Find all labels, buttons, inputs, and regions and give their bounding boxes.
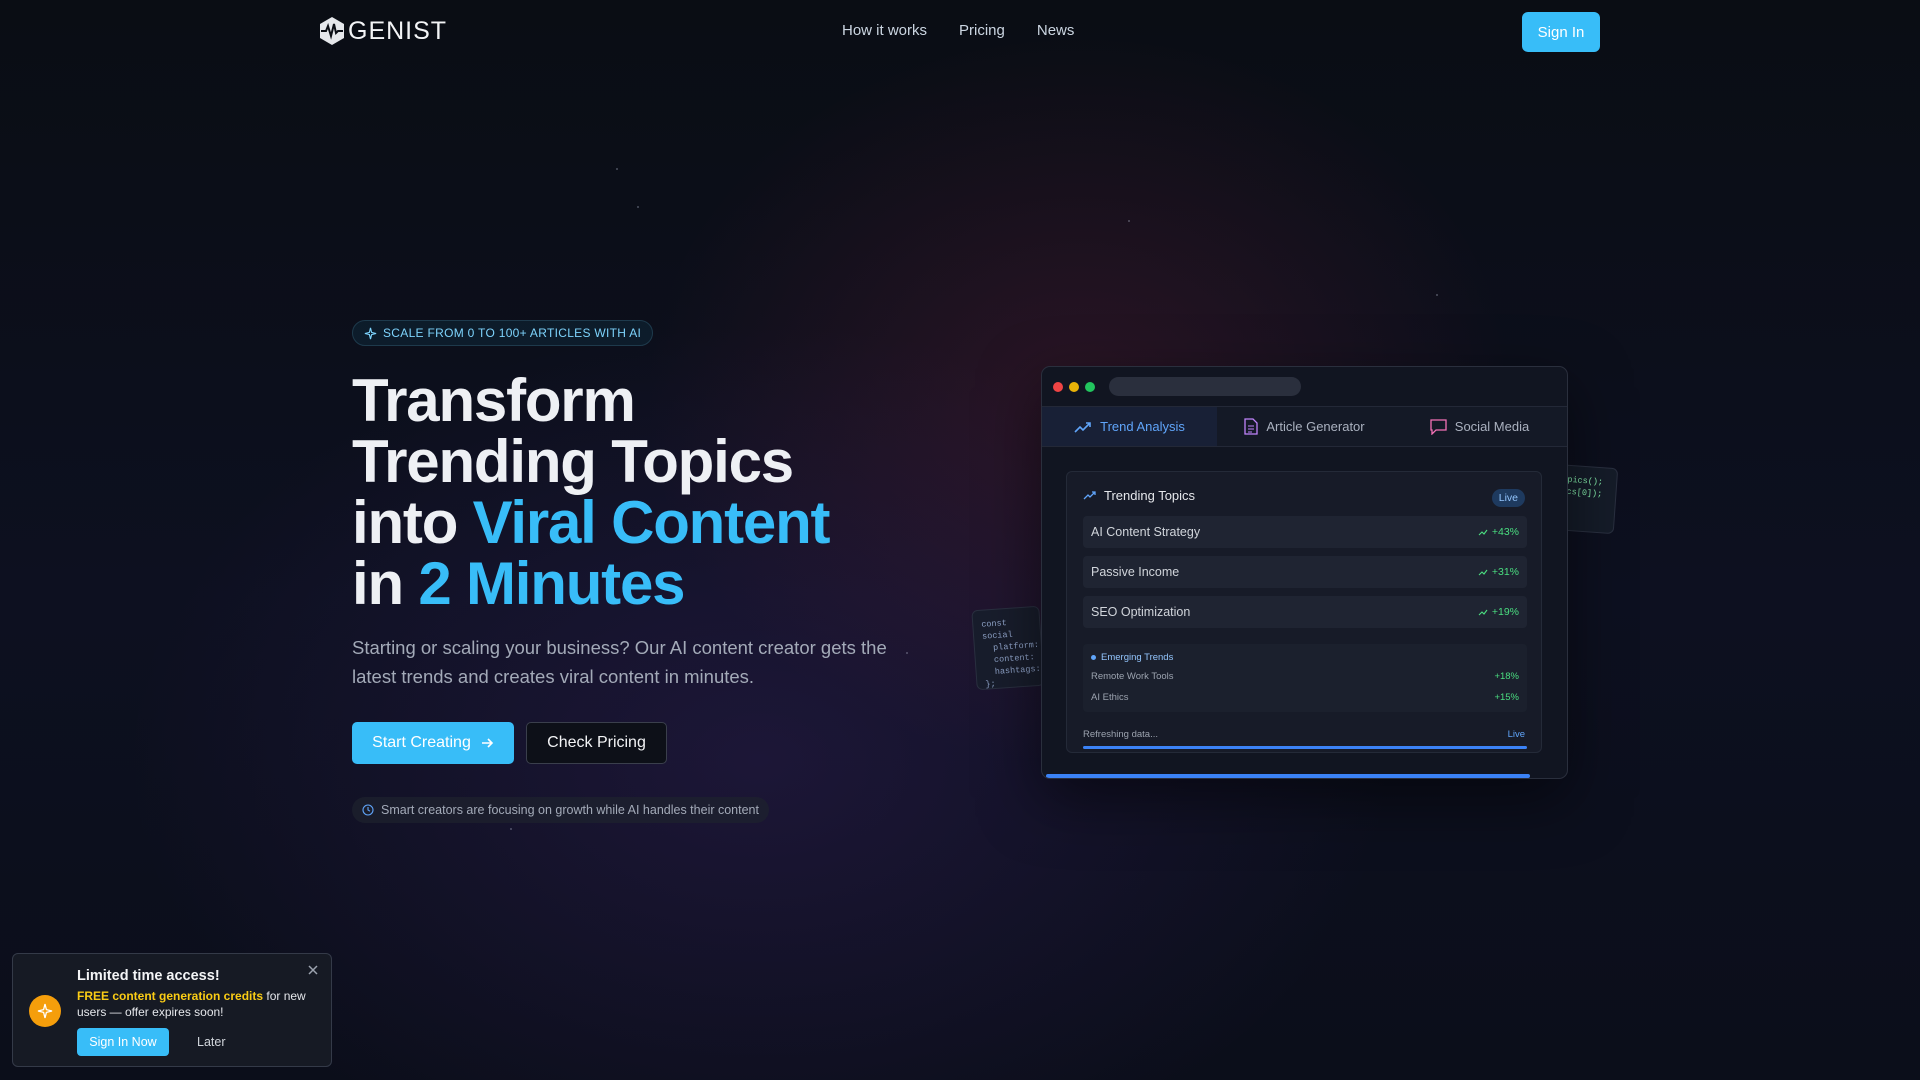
code-snippet-left: const social platform: content: hashtags… xyxy=(971,605,1045,691)
dashboard-tabs: Trend Analysis Article Generator Social … xyxy=(1042,407,1567,447)
tab-trend-analysis[interactable]: Trend Analysis xyxy=(1042,407,1217,446)
topic-row[interactable]: SEO Optimization +19% xyxy=(1083,596,1527,628)
nav-link-pricing[interactable]: Pricing xyxy=(959,22,1005,39)
emerging-trends-header: Emerging Trends xyxy=(1091,652,1173,663)
toast-sign-in-button[interactable]: Sign In Now xyxy=(77,1028,169,1056)
brand-logo[interactable]: GENIST xyxy=(318,16,447,46)
nav-link-news[interactable]: News xyxy=(1037,22,1075,39)
topic-change-value: +31% xyxy=(1491,566,1519,578)
emerging-name: AI Ethics xyxy=(1091,692,1129,703)
info-note: Smart creators are focusing on growth wh… xyxy=(352,797,769,823)
window-titlebar xyxy=(1042,367,1567,407)
code-line: ics[0]); xyxy=(1561,486,1603,500)
hero-title-accent-minutes: 2 Minutes xyxy=(418,550,685,617)
hero-title-line4-prefix: in xyxy=(352,550,419,617)
star-dot xyxy=(616,168,618,170)
tab-social-media-label: Social Media xyxy=(1454,419,1530,434)
document-icon xyxy=(1244,418,1259,435)
emerging-name: Remote Work Tools xyxy=(1091,671,1174,682)
window-maximize-dot xyxy=(1085,382,1095,392)
url-bar xyxy=(1109,377,1301,396)
hero-subtitle: Starting or scaling your business? Our A… xyxy=(352,637,887,687)
emerging-row: Remote Work Tools +18% xyxy=(1091,671,1519,682)
hero-title-line2: Trending Topics xyxy=(352,428,794,495)
trending-topics-panel: Trending Topics Live AI Content Strategy… xyxy=(1066,471,1542,753)
refresh-progress-bar xyxy=(1083,746,1527,749)
live-badge: Live xyxy=(1491,489,1525,507)
start-creating-button[interactable]: Start Creating xyxy=(352,722,514,764)
trending-up-icon xyxy=(1478,529,1488,535)
hero-badge: SCALE FROM 0 TO 100+ ARTICLES WITH AI xyxy=(352,320,654,346)
hero-title: Transform Trending Topics into Viral Con… xyxy=(352,367,831,617)
topic-change-value: +19% xyxy=(1491,606,1519,618)
tab-article-generator-label: Article Generator xyxy=(1266,419,1365,434)
hero-title-accent-viral: Viral Content xyxy=(472,489,831,556)
topic-change-value: +43% xyxy=(1491,526,1519,538)
toast-later-button[interactable]: Later xyxy=(197,1035,226,1049)
topic-change: +19% xyxy=(1478,606,1519,618)
start-creating-label: Start Creating xyxy=(372,734,471,751)
trending-up-icon xyxy=(1478,609,1488,615)
toast-highlight: FREE content generation credits xyxy=(77,989,264,1003)
code-line: const social xyxy=(980,618,1014,642)
topic-name: Passive Income xyxy=(1091,565,1180,579)
dashboard-progress-bar xyxy=(1046,774,1530,778)
sparkle-icon xyxy=(364,327,377,339)
sparkle-icon xyxy=(29,995,61,1027)
emerging-dot-icon xyxy=(1091,655,1096,660)
emerging-row: AI Ethics +15% xyxy=(1091,692,1519,703)
tab-social-media[interactable]: Social Media xyxy=(1392,407,1567,446)
arrow-right-icon xyxy=(481,738,493,748)
clock-icon xyxy=(362,804,374,816)
trending-up-icon xyxy=(1478,569,1488,575)
window-minimize-dot xyxy=(1069,382,1079,392)
topic-row[interactable]: AI Content Strategy +43% xyxy=(1083,516,1527,548)
window-close-dot xyxy=(1053,382,1063,392)
toast-body: FREE content generation credits for new … xyxy=(77,988,317,1020)
emerging-change: +15% xyxy=(1494,692,1519,703)
close-icon[interactable] xyxy=(306,963,320,977)
panel-title: Trending Topics xyxy=(1104,488,1196,503)
toast-title: Limited time access! xyxy=(77,968,220,984)
top-nav: GENIST How it works Pricing News Sign In xyxy=(0,0,1920,64)
emerging-change: +18% xyxy=(1494,671,1519,682)
trending-up-icon xyxy=(1074,421,1091,433)
dashboard-preview: Trend Analysis Article Generator Social … xyxy=(1041,366,1568,779)
star-dot xyxy=(1128,220,1130,222)
sign-in-button[interactable]: Sign In xyxy=(1522,12,1600,52)
promo-toast: Limited time access! FREE content genera… xyxy=(12,953,332,1067)
star-dot xyxy=(510,828,512,830)
logo-hexagon-icon xyxy=(320,17,344,45)
trending-up-icon xyxy=(1083,491,1096,500)
nav-link-how-it-works[interactable]: How it works xyxy=(842,22,927,39)
topic-name: SEO Optimization xyxy=(1091,605,1191,619)
star-dot xyxy=(637,206,639,208)
hero-title-line1: Transform xyxy=(352,367,636,434)
info-note-text: Smart creators are focusing on growth wh… xyxy=(381,803,759,817)
refresh-live-label: Live xyxy=(1507,729,1525,740)
topic-row[interactable]: Passive Income +31% xyxy=(1083,556,1527,588)
tab-article-generator[interactable]: Article Generator xyxy=(1217,407,1392,446)
chat-icon xyxy=(1430,418,1447,435)
star-dot xyxy=(1436,294,1438,296)
emerging-trends-box: Emerging Trends Remote Work Tools +18% A… xyxy=(1083,644,1527,712)
panel-header: Trending Topics xyxy=(1083,488,1195,503)
topic-name: AI Content Strategy xyxy=(1091,525,1201,539)
check-pricing-button[interactable]: Check Pricing xyxy=(526,722,667,764)
topic-change: +31% xyxy=(1478,566,1519,578)
code-line: }; xyxy=(985,678,997,690)
brand-name: GENIST xyxy=(348,16,448,45)
nav-links: How it works Pricing News xyxy=(842,22,1074,39)
hero-title-line3-prefix: into xyxy=(352,489,473,556)
emerging-trends-title: Emerging Trends xyxy=(1101,652,1174,663)
tab-trend-analysis-label: Trend Analysis xyxy=(1100,419,1185,434)
refresh-status: Refreshing data... xyxy=(1083,729,1158,740)
topic-change: +43% xyxy=(1478,526,1519,538)
sparkle-glyph-icon xyxy=(37,1003,53,1019)
hero-badge-text: SCALE FROM 0 TO 100+ ARTICLES WITH AI xyxy=(383,326,642,340)
